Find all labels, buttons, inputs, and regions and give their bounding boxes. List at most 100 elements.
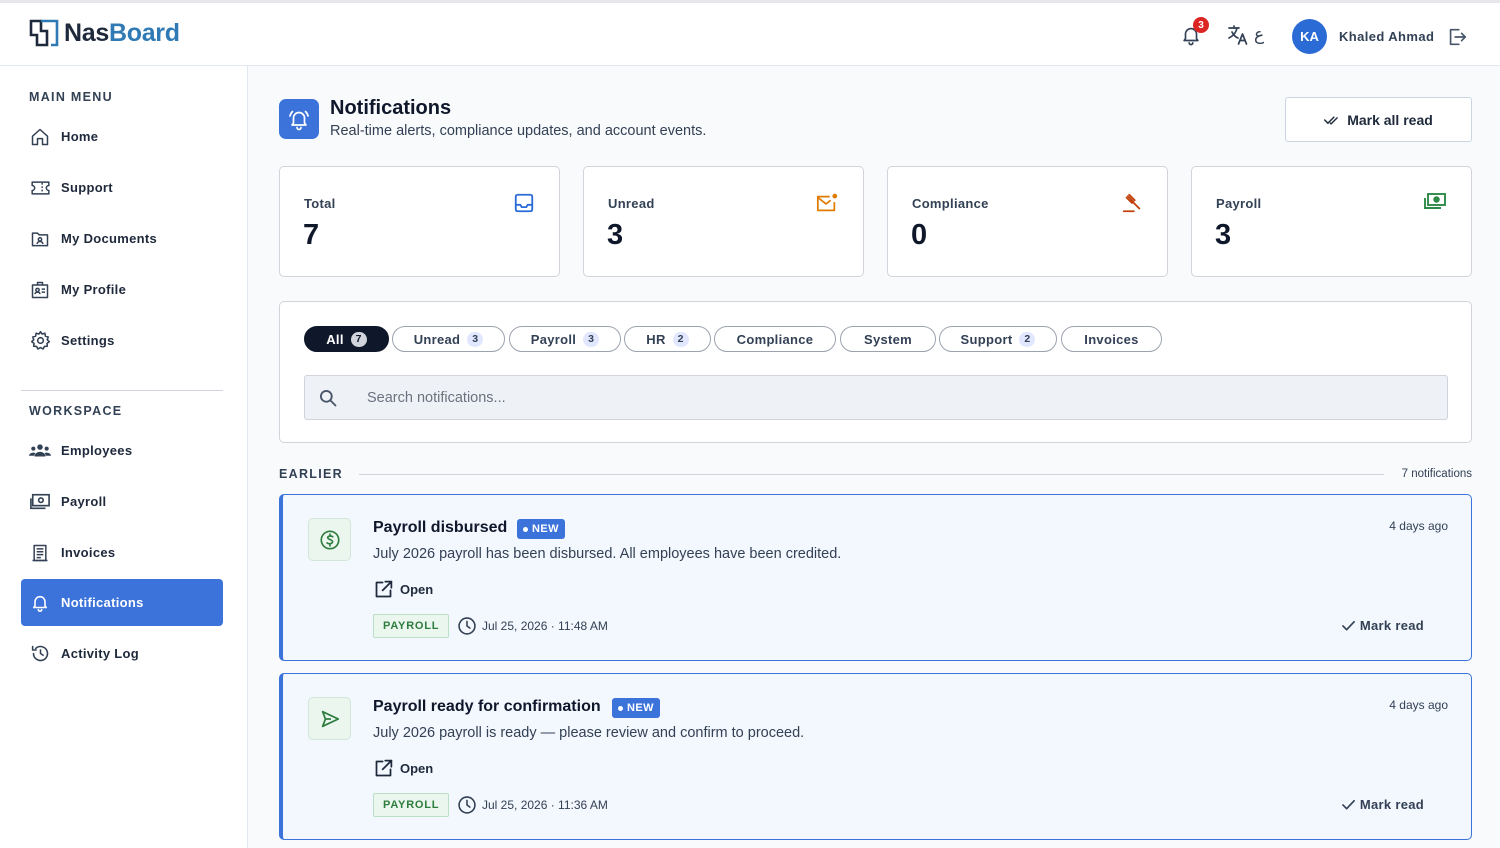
sidebar-item-payroll[interactable]: Payroll [21, 478, 223, 525]
new-badge: NEW [517, 519, 565, 539]
external-link-icon [375, 759, 393, 777]
gear-icon [29, 330, 51, 352]
filter-chip-payroll[interactable]: Payroll 3 [509, 326, 621, 352]
search-input[interactable] [367, 376, 1427, 419]
category-tag: PAYROLL [373, 793, 450, 817]
chip-label: HR [646, 331, 666, 347]
notification-timestamp: Jul 25, 2026 · 11:36 AM [482, 798, 608, 812]
logout-icon [1449, 28, 1467, 46]
stat-card-compliance: Compliance 0 [887, 166, 1168, 277]
double-check-icon [1324, 115, 1338, 125]
category-tag: PAYROLL [373, 614, 450, 638]
logout-button[interactable] [1446, 26, 1468, 48]
sidebar-item-activity-log[interactable]: Activity Log [21, 630, 223, 677]
sidebar-item-invoices[interactable]: Invoices [21, 529, 223, 576]
notification-timestamp: Jul 25, 2026 · 11:48 AM [482, 619, 608, 633]
filter-chip-all[interactable]: All 7 [304, 326, 389, 352]
users-icon [29, 440, 51, 462]
stat-value: 3 [1215, 219, 1232, 251]
sidebar-item-home[interactable]: Home [21, 113, 223, 160]
sidebar-item-label: Payroll [61, 494, 107, 509]
brand-name: NasBoard [64, 18, 180, 47]
sidebar-item-settings[interactable]: Settings [21, 317, 223, 364]
sidebar-item-label: Activity Log [61, 646, 139, 661]
mark-read-button[interactable]: Mark read [1341, 797, 1424, 812]
mark-all-read-button[interactable]: Mark all read [1285, 97, 1472, 142]
stat-label: Compliance [912, 196, 989, 211]
check-icon [1341, 620, 1355, 631]
clock-icon [457, 795, 477, 815]
sidebar-item-label: My Profile [61, 282, 127, 297]
main-menu-heading: MAIN MENU [29, 90, 113, 104]
group-count: 7 notifications [1401, 468, 1472, 480]
sidebar-item-notifications[interactable]: Notifications [21, 579, 223, 626]
sidebar-item-label: Support [61, 180, 113, 195]
receipt-icon [29, 542, 51, 564]
sidebar-item-employees[interactable]: Employees [21, 427, 223, 474]
group-label: EARLIER [279, 467, 343, 481]
app-logo[interactable]: NasBoard [28, 17, 180, 49]
stat-card-total: Total 7 [279, 166, 560, 277]
workspace-heading: WORKSPACE [29, 404, 123, 418]
filter-chip-invoices[interactable]: Invoices [1061, 326, 1162, 352]
new-badge: NEW [612, 698, 660, 718]
chip-label: Support [960, 331, 1013, 347]
chip-count: 2 [672, 331, 689, 347]
filter-chip-hr[interactable]: HR 2 [624, 326, 711, 352]
sidebar-item-my-documents[interactable]: My Documents [21, 215, 223, 262]
stat-value: 0 [911, 219, 928, 251]
filter-chip-compliance[interactable]: Compliance [714, 326, 836, 352]
user-name[interactable]: Khaled Ahmad [1339, 29, 1434, 44]
sidebar-item-label: Notifications [61, 595, 144, 610]
notification-card[interactable]: Payroll disbursed NEW July 2026 payroll … [279, 494, 1472, 661]
stat-card-unread: Unread 3 [583, 166, 864, 277]
chip-count: 2 [1019, 331, 1036, 347]
page-header-icon [279, 99, 319, 139]
mark-read-button[interactable]: Mark read [1341, 618, 1424, 633]
search-icon [318, 388, 338, 408]
translate-icon [1228, 25, 1248, 45]
open-link[interactable]: Open [373, 579, 433, 600]
page-subtitle: Real-time alerts, compliance updates, an… [330, 123, 707, 139]
chip-label: Invoices [1084, 331, 1139, 347]
external-link-icon [375, 580, 393, 598]
filter-chip-unread[interactable]: Unread 3 [392, 326, 505, 352]
filter-chip-system[interactable]: System [840, 326, 936, 352]
sidebar-divider [21, 390, 223, 391]
top-bar: NasBoard 3 ع KA Khaled Ahmad [0, 0, 1500, 66]
folder-icon [29, 228, 51, 250]
check-icon [1341, 799, 1355, 810]
chip-label: System [863, 331, 913, 347]
stat-label: Payroll [1216, 196, 1262, 211]
chip-count: 3 [583, 331, 600, 347]
sidebar-item-label: My Documents [61, 231, 158, 246]
chip-label: Payroll [530, 331, 577, 347]
open-link[interactable]: Open [373, 758, 433, 779]
mark-read-label: Mark read [1359, 797, 1424, 812]
avatar[interactable]: KA [1292, 19, 1327, 54]
mail-dot-icon [815, 192, 839, 214]
gavel-icon [1121, 192, 1143, 214]
stat-value: 7 [303, 219, 320, 251]
language-toggle-button[interactable]: ع [1226, 23, 1264, 47]
clock-icon [457, 616, 477, 636]
bell-icon [29, 592, 51, 614]
sidebar-item-support[interactable]: Support [21, 164, 223, 211]
notifications-bell-button[interactable]: 3 [1180, 17, 1209, 47]
sidebar-item-label: Home [61, 129, 99, 144]
ticket-icon [29, 177, 51, 199]
home-icon [29, 126, 51, 148]
filter-chip-support[interactable]: Support 2 [939, 326, 1057, 352]
logo-mark-icon [29, 19, 59, 47]
notification-card[interactable]: Payroll ready for confirmation NEW July … [279, 673, 1472, 840]
sidebar-item-label: Settings [61, 333, 115, 348]
dollar-circle-icon [308, 518, 351, 561]
stat-value: 3 [607, 219, 624, 251]
notification-title: Payroll disbursed [373, 519, 508, 536]
sidebar-item-my-profile[interactable]: My Profile [21, 266, 223, 313]
language-label: ع [1254, 25, 1265, 44]
chip-label: Compliance [736, 331, 814, 347]
filter-panel: All 7 Unread 3 Payroll 3 HR 2 Compliance… [279, 301, 1472, 443]
cash-icon [29, 491, 51, 513]
group-divider [359, 474, 1384, 475]
